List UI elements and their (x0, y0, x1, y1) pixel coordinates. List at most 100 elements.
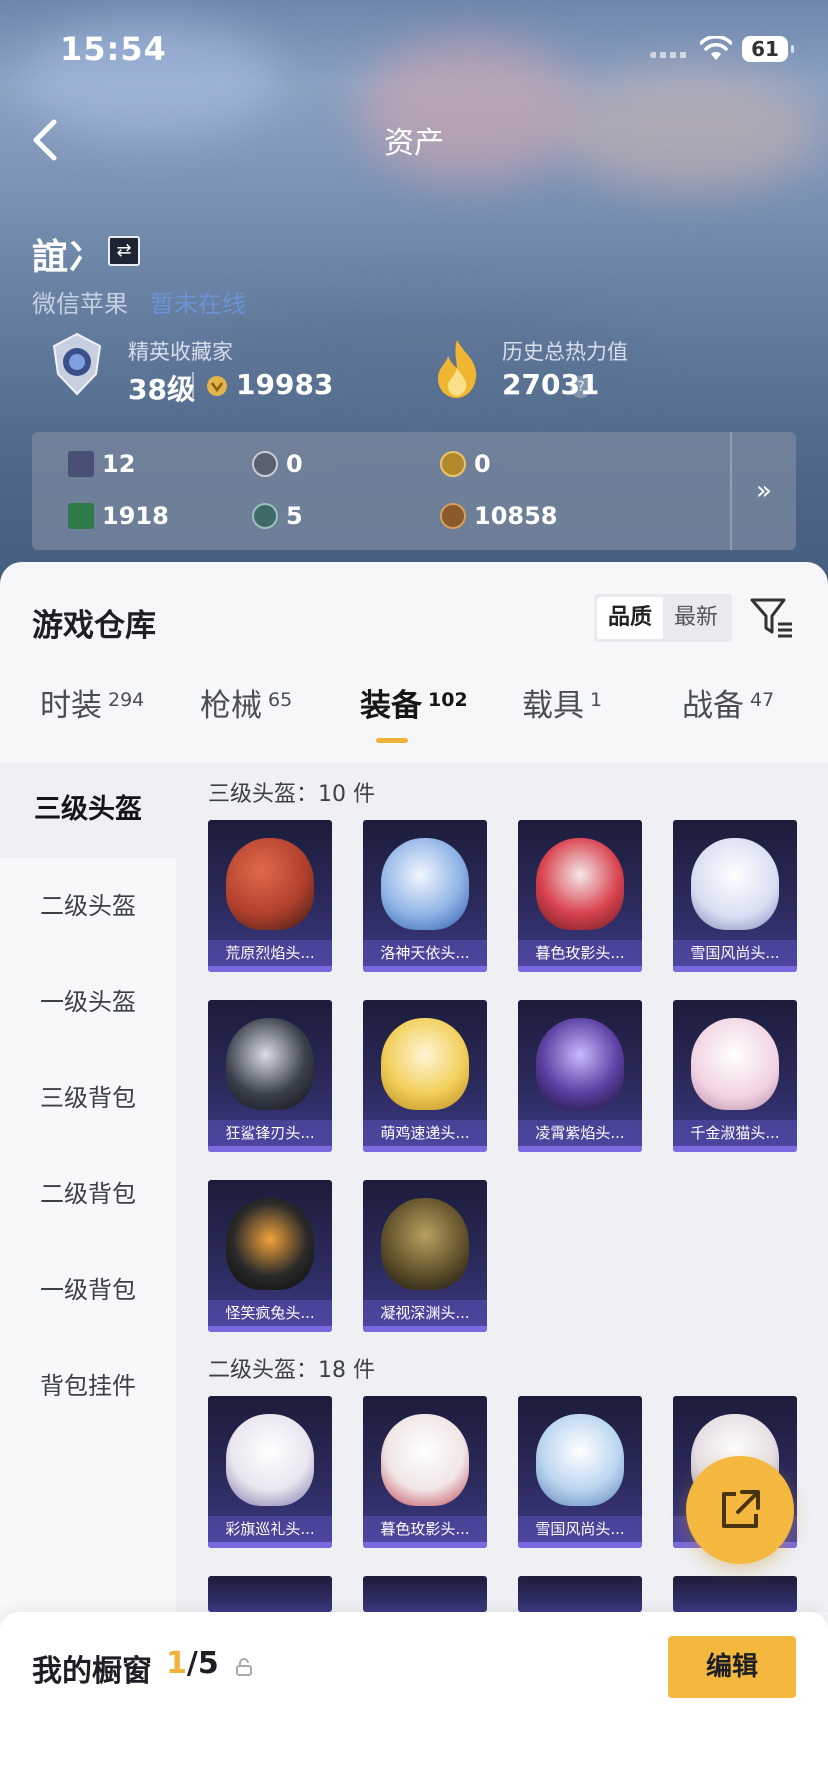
username: 誼冫 (32, 237, 105, 278)
item-name: 洛神天依头... (363, 940, 487, 966)
resource-value: 12 (102, 450, 136, 478)
warehouse-title: 游戏仓库 (32, 608, 156, 644)
rank-title: 精英收藏家 (128, 340, 233, 364)
helmet-image (381, 1414, 469, 1506)
sort-quality-option[interactable]: 品质 (597, 597, 663, 639)
share-button[interactable] (686, 1456, 794, 1564)
showcase-title: 我的橱窗 (32, 1654, 152, 1689)
item-name: 荒原烈焰头... (208, 940, 332, 966)
sidebar-item-level2-helmet[interactable]: 二级头盔 (0, 858, 176, 954)
page-title: 资产 (384, 126, 444, 161)
category-tabs: 时装 294 枪械 65 装备 102 载具 1 战备 47 (0, 662, 828, 744)
item-name: 怪笑疯兔头... (208, 1300, 332, 1326)
status-time: 15:54 (60, 30, 167, 68)
item-card[interactable] (518, 1576, 642, 1612)
helmet-image (536, 1414, 624, 1506)
sidebar-item-level1-backpack[interactable]: 一级背包 (0, 1242, 176, 1338)
item-name: 萌鸡速递头... (363, 1120, 487, 1146)
helmet-image (381, 1198, 469, 1290)
resource-item: 0 (252, 450, 303, 478)
item-name: 凌霄紫焰头... (518, 1120, 642, 1146)
rank-level: 38级 (128, 373, 195, 406)
resource-item: 5 (252, 502, 303, 530)
heat-flame-icon (438, 340, 477, 398)
sidebar-item-level1-helmet[interactable]: 一级头盔 (0, 954, 176, 1050)
resource-item: 12 (68, 450, 135, 478)
online-status: 暂未在线 (150, 290, 246, 318)
help-icon[interactable]: ? (570, 376, 592, 398)
helmet-image (226, 838, 314, 930)
section-heading: 二级头盔：18 件 (208, 1358, 375, 1383)
item-card[interactable] (673, 1576, 797, 1612)
sort-newest-option[interactable]: 最新 (663, 597, 729, 639)
helmet-image (536, 1018, 624, 1110)
switch-account-button[interactable]: ⇄ (108, 236, 140, 266)
bronze-coin-icon (440, 503, 466, 529)
heat-title: 历史总热力值 (502, 340, 628, 364)
item-card[interactable]: 雪国风尚头... (673, 820, 797, 972)
resource-item: 0 (440, 450, 491, 478)
showcase-count: 1/5 (166, 1646, 219, 1681)
share-external-icon (722, 1490, 760, 1528)
section-heading: 三级头盔：10 件 (208, 782, 375, 807)
rank-points: 19983 (236, 368, 334, 401)
item-card[interactable]: 洛神天依头... (363, 820, 487, 972)
sidebar-item-level2-backpack[interactable]: 二级背包 (0, 1146, 176, 1242)
item-card[interactable]: 荒原烈焰头... (208, 820, 332, 972)
filter-icon[interactable] (748, 594, 794, 640)
item-card[interactable] (208, 1576, 332, 1612)
helmet-image (226, 1198, 314, 1290)
item-name: 暮色玫影头... (363, 1516, 487, 1542)
item-card[interactable] (363, 1576, 487, 1612)
collector-rank-emblem-icon (52, 332, 102, 396)
resource-value: 0 (474, 450, 491, 478)
item-card[interactable]: 彩旗巡礼头... (208, 1396, 332, 1548)
green-card-icon (68, 503, 94, 529)
item-name: 彩旗巡礼头... (208, 1516, 332, 1542)
tab-fashion[interactable]: 时装 294 (40, 680, 144, 725)
item-card[interactable]: 千金淑猫头... (673, 1000, 797, 1152)
helmet-image (381, 1018, 469, 1110)
helmet-image (226, 1018, 314, 1110)
sidebar-item-level3-backpack[interactable]: 三级背包 (0, 1050, 176, 1146)
wifi-icon (700, 36, 732, 60)
resource-item: 10858 (440, 502, 558, 530)
item-card[interactable]: 怪笑疯兔头... (208, 1180, 332, 1332)
expand-resources-button[interactable]: » (730, 432, 796, 550)
helmet-image (691, 838, 779, 930)
item-card[interactable]: 凝视深渊头... (363, 1180, 487, 1332)
purple-card-icon (68, 451, 94, 477)
divider (192, 372, 194, 398)
battery-indicator: 61 (742, 36, 794, 62)
item-card[interactable]: 萌鸡速递头... (363, 1000, 487, 1152)
helmet-image (536, 838, 624, 930)
resource-value: 1918 (102, 502, 169, 530)
item-name: 狂鲨锋刃头... (208, 1120, 332, 1146)
sidebar-item-backpack-pendant[interactable]: 背包挂件 (0, 1338, 176, 1434)
gold-token-icon (440, 451, 466, 477)
item-card[interactable]: 狂鲨锋刃头... (208, 1000, 332, 1152)
helmet-image (691, 1018, 779, 1110)
item-name: 暮色玫影头... (518, 940, 642, 966)
edit-button[interactable]: 编辑 (668, 1636, 796, 1698)
resource-value: 5 (286, 502, 303, 530)
item-name: 千金淑猫头... (673, 1120, 797, 1146)
tab-vehicles[interactable]: 载具 1 (522, 680, 602, 725)
platform-label: 微信苹果 (32, 290, 128, 318)
sidebar-item-level3-helmet[interactable]: 三级头盔 (0, 762, 176, 858)
item-card[interactable]: 暮色玫影头... (363, 1396, 487, 1548)
item-card[interactable]: 雪国风尚头... (518, 1396, 642, 1548)
teal-orb-icon (252, 503, 278, 529)
item-card[interactable]: 暮色玫影头... (518, 820, 642, 972)
tab-gear[interactable]: 战备 47 (682, 680, 774, 725)
signal-icon (650, 52, 690, 58)
resource-value: 0 (286, 450, 303, 478)
tab-weapons[interactable]: 枪械 65 (200, 680, 292, 725)
tab-equipment[interactable]: 装备 102 (360, 680, 468, 725)
status-bar: 15:54 61 (0, 0, 828, 100)
item-card[interactable]: 凌霄紫焰头... (518, 1000, 642, 1152)
collector-points-icon (207, 376, 227, 396)
subcategory-sidebar: 三级头盔 二级头盔 一级头盔 三级背包 二级背包 一级背包 背包挂件 (0, 762, 176, 1612)
resource-value: 10858 (474, 502, 558, 530)
resource-item: 1918 (68, 502, 169, 530)
